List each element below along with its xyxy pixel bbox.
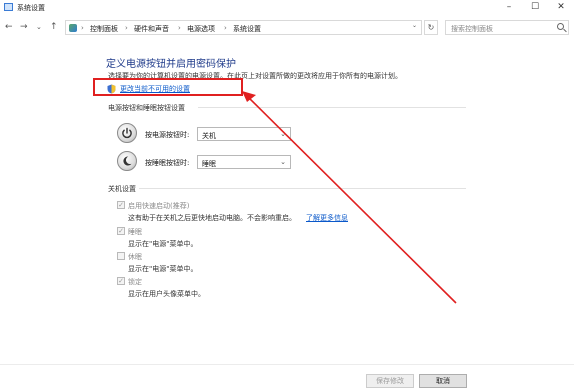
crumb-separator: › [178, 24, 181, 32]
recent-locations-dropdown[interactable]: ⌄ [36, 22, 42, 32]
selected-value: 关机 [202, 132, 216, 140]
breadcrumb-hardware-sound[interactable]: 硬件和声音 [134, 24, 169, 34]
page-title: 定义电源按钮并启用密码保护 [106, 59, 236, 70]
sleep-checkbox[interactable]: ✓ [117, 227, 125, 235]
search-placeholder: 搜索控制面板 [451, 25, 493, 33]
section-divider [198, 107, 466, 108]
sleep-button-label: 按睡眠按钮时: [145, 159, 190, 167]
hibernate-checkbox[interactable] [117, 252, 125, 260]
crumb-separator: › [81, 24, 84, 32]
search-icon[interactable] [557, 23, 564, 30]
crumb-separator: › [125, 24, 128, 32]
shutdown-settings-heading: 关机设置 [108, 185, 136, 193]
lock-option-description: 显示在用户头像菜单中。 [128, 290, 205, 298]
section-divider [139, 188, 466, 189]
app-icon [4, 3, 13, 11]
power-buttons-heading: 电源按钮和睡眠按钮设置 [108, 104, 185, 112]
hibernate-option-description: 显示在"电源"菜单中。 [128, 265, 198, 273]
breadcrumb-control-panel[interactable]: 控制面板 [90, 24, 118, 34]
annotation-arrow [242, 91, 457, 304]
fast-startup-label: 启用快速启动(推荐) [128, 202, 190, 210]
close-button[interactable]: ✕ [548, 0, 574, 14]
breadcrumb-power-options[interactable]: 电源选项 [187, 24, 215, 34]
forward-button[interactable]: → [20, 22, 28, 32]
learn-more-link[interactable]: 了解更多信息 [306, 213, 348, 223]
chevron-down-icon: ⌄ [280, 130, 286, 138]
refresh-button[interactable]: ↻ [424, 20, 438, 35]
window-title: 系统设置 [17, 4, 45, 12]
sleep-option-label: 睡眠 [128, 228, 142, 236]
breadcrumb-system-settings[interactable]: 系统设置 [233, 24, 261, 34]
power-button-action-select[interactable]: 关机 ⌄ [197, 127, 291, 141]
change-unavailable-settings-link[interactable]: 更改当前不可用的设置 [120, 84, 190, 94]
save-changes-button[interactable]: 保存修改 [366, 374, 414, 388]
sleep-option-description: 显示在"电源"菜单中。 [128, 240, 198, 248]
sleep-button-action-select[interactable]: 睡眠 ⌄ [197, 155, 291, 169]
footer-bar: 保存修改 取消 [0, 364, 574, 390]
maximize-button[interactable]: ☐ [522, 0, 548, 14]
power-button-label: 按电源按钮时: [145, 131, 190, 139]
minimize-button[interactable]: – [496, 0, 522, 14]
title-bar: 系统设置 – ☐ ✕ [0, 0, 574, 14]
hibernate-option-label: 休眠 [128, 253, 142, 261]
address-dropdown-icon[interactable]: ⌄ [412, 22, 417, 29]
shield-icon [107, 84, 116, 94]
fast-startup-checkbox[interactable]: ✓ [117, 201, 125, 209]
navigation-bar: ← → ⌄ ↑ › 控制面板 › 硬件和声音 › 电源选项 › 系统设置 ⌄ ↻… [0, 17, 574, 37]
up-button[interactable]: ↑ [50, 22, 58, 32]
search-box[interactable]: 搜索控制面板 [445, 20, 569, 35]
lock-option-label: 锁定 [128, 278, 142, 286]
lock-checkbox[interactable]: ✓ [117, 277, 125, 285]
address-bar[interactable]: › 控制面板 › 硬件和声音 › 电源选项 › 系统设置 [65, 20, 422, 35]
crumb-separator: › [224, 24, 227, 32]
cancel-button[interactable]: 取消 [419, 374, 467, 388]
power-icon [117, 123, 137, 143]
sleep-icon [117, 151, 137, 171]
chevron-down-icon: ⌄ [280, 158, 286, 166]
selected-value: 睡眠 [202, 160, 216, 168]
fast-startup-description: 这有助于在关机之后更快地启动电脑。不会影响重启。 [128, 214, 296, 222]
control-panel-icon [69, 24, 77, 32]
back-button[interactable]: ← [5, 22, 13, 32]
